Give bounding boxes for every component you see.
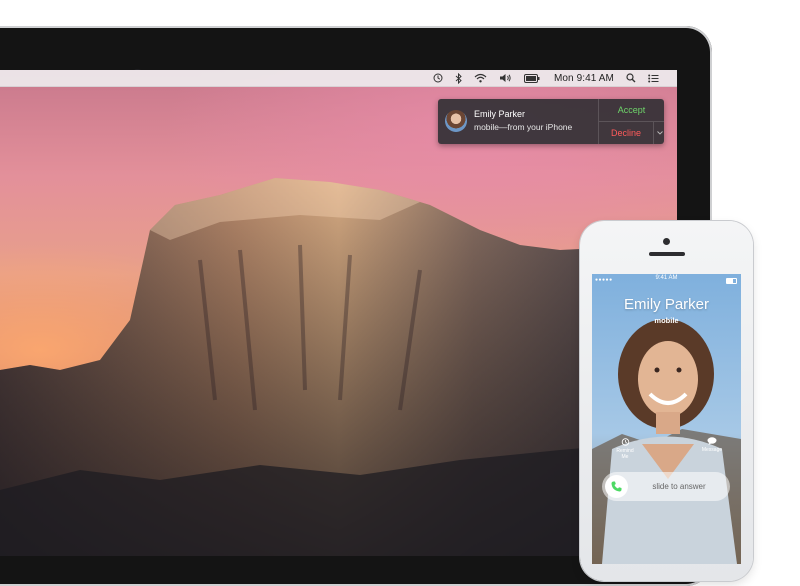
menubar-clock[interactable]: Mon 9:41 AM — [554, 73, 614, 84]
volume-icon[interactable] — [499, 73, 512, 83]
notification-caller-name: Emily Parker — [474, 109, 526, 119]
menu-bar: Mon 9:41 AM — [0, 70, 677, 87]
iphone: ●●●●● 9:41 AM Emily Parker mobile Remind… — [580, 221, 753, 581]
slide-to-answer-slider[interactable]: slide to answer — [602, 472, 730, 501]
alarm-clock-icon — [621, 438, 629, 446]
iphone-battery-icon — [726, 278, 737, 284]
earpiece-speaker — [649, 252, 685, 256]
decline-options-chevron-icon[interactable] — [653, 122, 664, 144]
iphone-caller-name: Emily Parker — [623, 296, 709, 313]
remind-me-label: Remind Me — [616, 448, 634, 460]
message-bubble-icon — [707, 437, 717, 445]
remind-me-button[interactable]: Remind Me — [613, 437, 637, 460]
slide-to-answer-label: slide to answer — [652, 482, 706, 491]
signal-strength-icon: ●●●●● — [595, 277, 613, 283]
spotlight-search-icon[interactable] — [626, 73, 636, 83]
notification-actions: Accept Decline — [598, 99, 664, 144]
iphone-status-bar: ●●●●● 9:41 AM — [592, 275, 741, 285]
decline-button[interactable]: Decline — [599, 122, 653, 144]
battery-icon[interactable] — [523, 73, 540, 83]
bluetooth-icon[interactable] — [455, 72, 462, 84]
iphone-status-time: 9:41 AM — [655, 275, 678, 281]
iphone-caller-label: mobile — [654, 316, 679, 325]
incoming-call-notification[interactable]: Emily Parker mobile—from your iPhone Acc… — [438, 99, 664, 144]
answer-knob[interactable] — [605, 475, 628, 498]
caller-avatar — [445, 110, 467, 132]
message-button[interactable]: Message — [699, 437, 725, 453]
notification-center-icon[interactable] — [648, 74, 659, 83]
notification-subtitle: mobile—from your iPhone — [474, 122, 573, 132]
time-machine-icon[interactable] — [433, 73, 443, 83]
accept-button[interactable]: Accept — [599, 99, 664, 122]
front-camera — [663, 238, 670, 245]
message-label: Message — [701, 447, 723, 453]
wifi-icon[interactable] — [474, 73, 487, 83]
iphone-screen: ●●●●● 9:41 AM Emily Parker mobile Remind… — [592, 274, 741, 564]
phone-handset-icon — [611, 481, 622, 492]
